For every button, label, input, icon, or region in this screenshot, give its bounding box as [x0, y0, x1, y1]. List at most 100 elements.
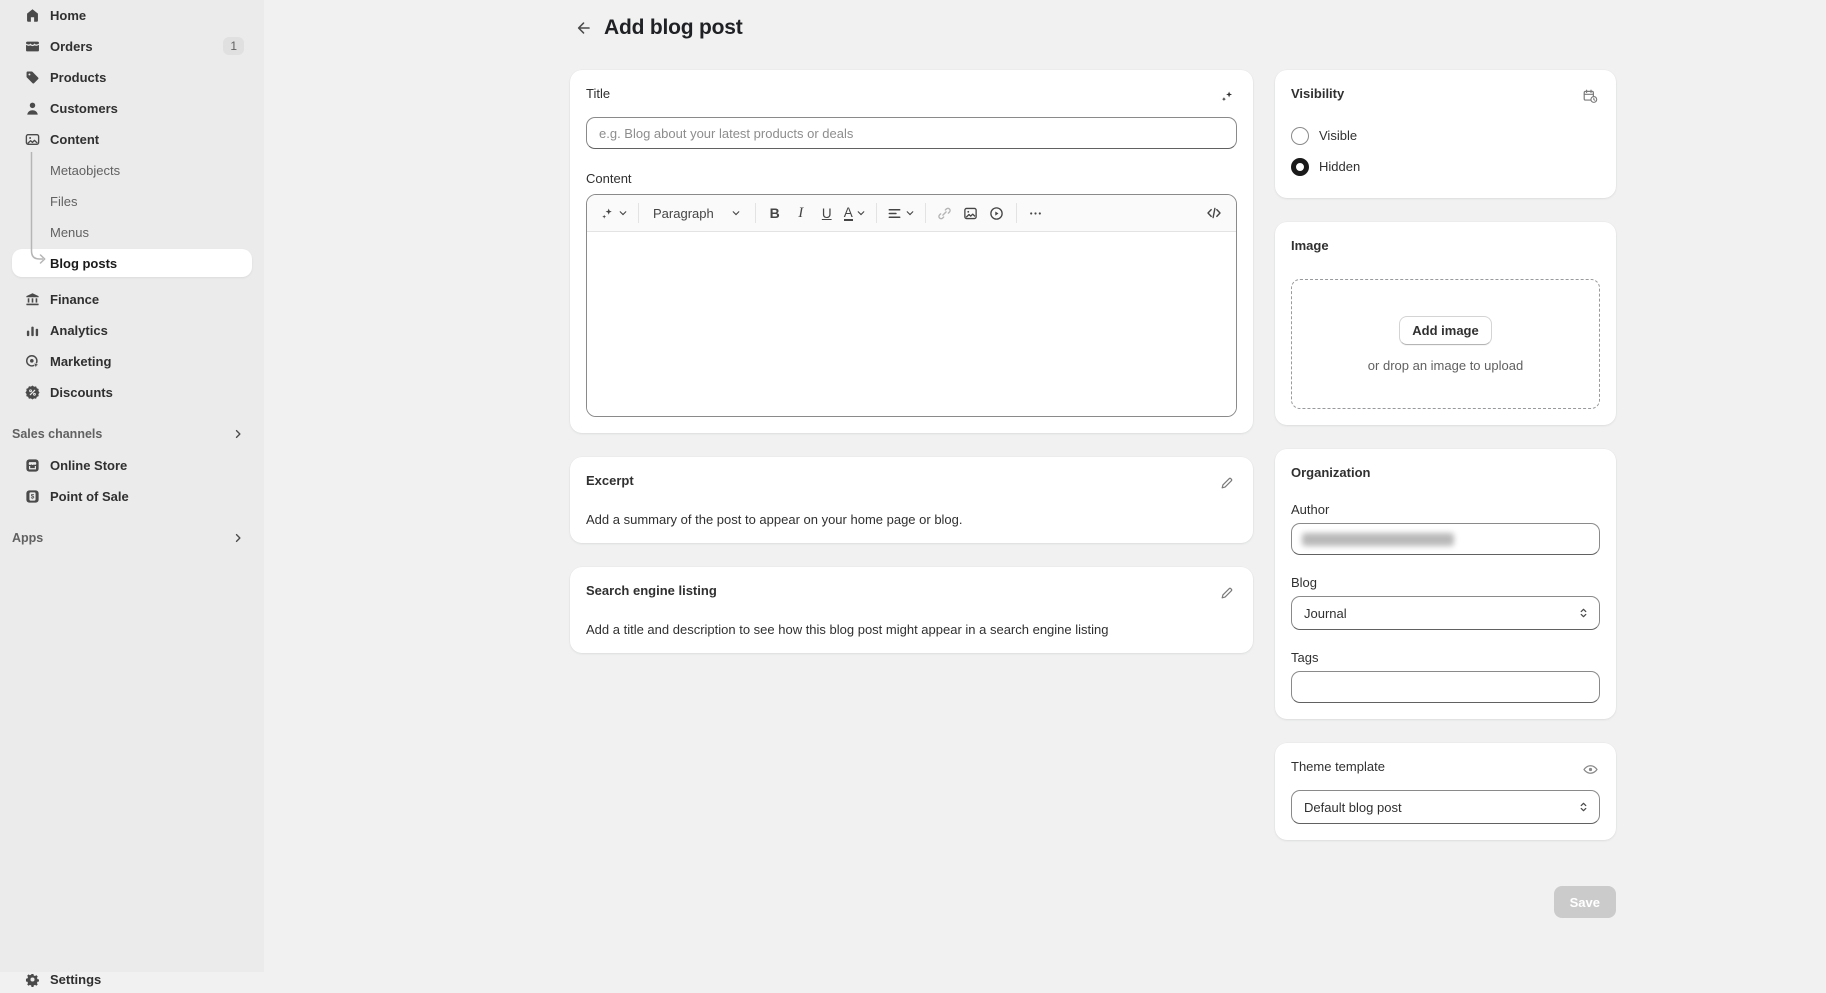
sidebar-item-label: Metaobjects: [50, 163, 120, 178]
ai-generate-button[interactable]: [1217, 86, 1237, 106]
sidebar-item-content[interactable]: Content: [12, 125, 252, 153]
drop-hint-text: or drop an image to upload: [1368, 358, 1523, 373]
content-label: Content: [586, 171, 1237, 186]
italic-icon: I: [798, 205, 803, 222]
chevron-right-icon: [232, 532, 244, 544]
edit-search-listing-button[interactable]: [1217, 583, 1237, 603]
blog-label: Blog: [1291, 575, 1600, 590]
underline-button[interactable]: U: [814, 200, 840, 226]
toolbar-divider: [1016, 203, 1017, 223]
visibility-heading: Visibility: [1291, 86, 1344, 101]
author-field-group: Author: [1291, 502, 1600, 555]
align-icon: [887, 206, 902, 221]
page-header: Add blog post: [570, 14, 743, 42]
italic-button[interactable]: I: [788, 200, 814, 226]
text-color-button[interactable]: A: [840, 200, 870, 226]
sidebar-item-settings[interactable]: Settings: [12, 965, 252, 993]
visibility-card: Visibility Visible Hidden: [1275, 70, 1616, 198]
image-dropzone[interactable]: Add image or drop an image to upload: [1291, 279, 1600, 409]
edit-pencil-icon: [1219, 585, 1235, 601]
format-style-dropdown[interactable]: Paragraph: [645, 200, 749, 226]
point-of-sale-icon: $: [22, 486, 42, 506]
sidebar-item-marketing[interactable]: Marketing: [12, 347, 252, 375]
sidebar-item-customers[interactable]: Customers: [12, 94, 252, 122]
search-listing-heading: Search engine listing: [586, 583, 717, 598]
code-icon: [1206, 205, 1222, 221]
edit-excerpt-button[interactable]: [1217, 473, 1237, 493]
visibility-options: Visible Hidden: [1291, 120, 1600, 182]
bold-button[interactable]: B: [762, 200, 788, 226]
ai-sparkle-icon: [600, 206, 615, 221]
toolbar-divider: [755, 203, 756, 223]
image-heading: Image: [1291, 238, 1600, 253]
sidebar-item-finance[interactable]: Finance: [12, 285, 252, 313]
add-image-button[interactable]: Add image: [1399, 316, 1491, 345]
visibility-option-visible[interactable]: Visible: [1291, 120, 1600, 151]
sidebar-item-orders[interactable]: Orders 1: [12, 32, 252, 60]
radio-unchecked-icon: [1291, 127, 1309, 145]
insert-video-icon: [989, 206, 1004, 221]
settings-gear-icon: [22, 969, 42, 989]
sidebar-section-sales-channels[interactable]: Sales channels: [12, 420, 252, 448]
toolbar-divider: [638, 203, 639, 223]
search-engine-listing-card: Search engine listing Add a title and de…: [570, 567, 1253, 653]
theme-template-value: Default blog post: [1304, 800, 1402, 815]
back-button[interactable]: [570, 14, 598, 42]
show-html-button[interactable]: [1201, 200, 1227, 226]
blog-select[interactable]: Journal: [1291, 596, 1600, 630]
author-input[interactable]: [1291, 523, 1600, 555]
orders-count-badge: 1: [223, 37, 244, 55]
sidebar-item-online-store[interactable]: Online Store: [12, 451, 252, 479]
sidebar-item-home[interactable]: Home: [12, 1, 252, 29]
sidebar-item-label: Analytics: [50, 323, 108, 338]
schedule-visibility-button[interactable]: [1580, 86, 1600, 106]
tags-field-group: Tags: [1291, 650, 1600, 703]
save-button[interactable]: Save: [1554, 886, 1616, 918]
preview-template-button[interactable]: [1580, 759, 1600, 779]
sidebar-item-point-of-sale[interactable]: $ Point of Sale: [12, 482, 252, 510]
sidebar-item-discounts[interactable]: Discounts: [12, 378, 252, 406]
text-color-icon: A: [844, 206, 853, 221]
content-editor-area[interactable]: [587, 232, 1236, 416]
theme-template-card: Theme template Default blog post: [1275, 743, 1616, 840]
editor-toolbar: Paragraph B I U A: [587, 195, 1236, 232]
bold-icon: B: [770, 205, 780, 221]
radio-label: Visible: [1319, 128, 1357, 143]
sidebar-item-files[interactable]: Files: [12, 187, 252, 215]
sidebar-item-blog-posts[interactable]: Blog posts: [12, 249, 252, 277]
ai-assist-dropdown[interactable]: [596, 200, 632, 226]
main-column: Title Content: [570, 70, 1253, 653]
section-label: Sales channels: [12, 427, 102, 441]
sidebar-item-label: Files: [50, 194, 77, 209]
chevron-down-icon: [618, 208, 628, 218]
discounts-icon: [22, 382, 42, 402]
more-options-button[interactable]: [1023, 200, 1049, 226]
sidebar-item-analytics[interactable]: Analytics: [12, 316, 252, 344]
format-style-value: Paragraph: [653, 206, 714, 221]
theme-template-select[interactable]: Default blog post: [1291, 790, 1600, 824]
calendar-clock-icon: [1582, 88, 1599, 105]
insert-image-icon: [963, 206, 978, 221]
sidebar-section-apps[interactable]: Apps: [12, 524, 252, 552]
title-input[interactable]: [586, 117, 1237, 149]
organization-card: Organization Author Blog Journal Ta: [1275, 449, 1616, 719]
blog-field-group: Blog Journal: [1291, 575, 1600, 630]
sidebar-item-label: Settings: [50, 972, 101, 987]
image-card: Image Add image or drop an image to uplo…: [1275, 222, 1616, 425]
insert-image-button[interactable]: [958, 200, 984, 226]
more-dots-icon: [1028, 206, 1043, 221]
tags-input[interactable]: [1291, 671, 1600, 703]
insert-link-button[interactable]: [932, 200, 958, 226]
eye-icon: [1582, 761, 1599, 778]
sidebar-item-menus[interactable]: Menus: [12, 218, 252, 246]
home-icon: [22, 5, 42, 25]
alignment-dropdown[interactable]: [883, 200, 919, 226]
title-content-card: Title Content: [570, 70, 1253, 433]
sidebar-item-metaobjects[interactable]: Metaobjects: [12, 156, 252, 184]
finance-icon: [22, 289, 42, 309]
sidebar-item-products[interactable]: Products: [12, 63, 252, 91]
sidebar-item-label: Menus: [50, 225, 89, 240]
aside-column: Visibility Visible Hidden: [1275, 70, 1616, 918]
insert-video-button[interactable]: [984, 200, 1010, 226]
visibility-option-hidden[interactable]: Hidden: [1291, 151, 1600, 182]
